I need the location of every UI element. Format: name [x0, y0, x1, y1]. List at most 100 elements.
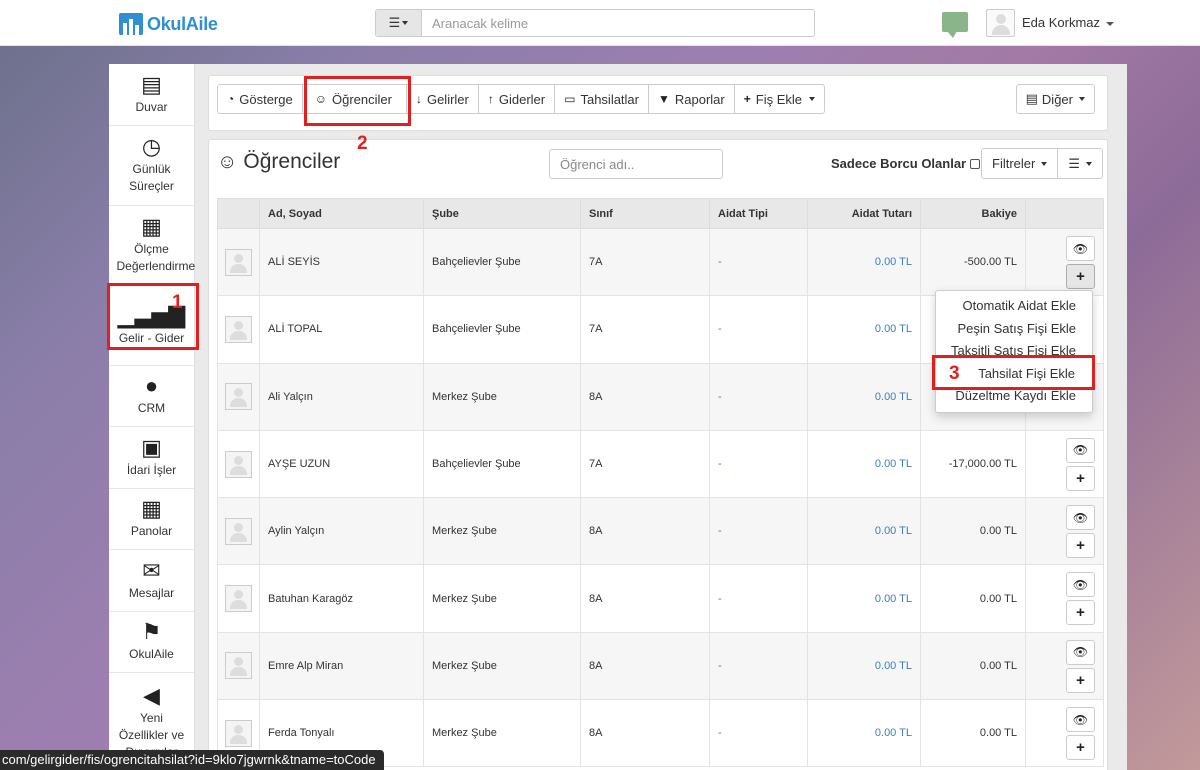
student-fee[interactable]: 0.00 TL	[807, 295, 921, 364]
wall-icon: ▤	[141, 71, 162, 97]
table-row: ALİ SEYİS Bahçelievler Şube 7A - 0.00 TL…	[217, 227, 1104, 297]
user-menu[interactable]: Eda Korkmaz	[1022, 15, 1115, 30]
sidebar-item-crm[interactable]: ● CRM	[109, 366, 194, 427]
student-class: 8A	[580, 699, 710, 768]
tab-tahsilatlar[interactable]: ▭ Tahsilatlar	[554, 84, 649, 114]
students-icon: ☺	[217, 150, 238, 173]
columns-dropdown[interactable]: ☰	[1057, 148, 1103, 179]
student-search-input[interactable]	[549, 149, 723, 179]
view-button[interactable]: 👁	[1066, 505, 1095, 531]
student-balance: 0.00 TL	[920, 564, 1026, 633]
tab-giderler[interactable]: ↑ Giderler	[477, 84, 556, 114]
menu-item-pesin-satis[interactable]: Peşin Satış Fişi Ekle	[936, 318, 1092, 341]
student-name[interactable]: Ali Yalçın	[259, 362, 424, 431]
student-fee-type[interactable]: -	[709, 429, 808, 499]
sidebar-item-idari-isler[interactable]: ▣ İdari İşler	[109, 427, 194, 489]
annotation-number-1: 1	[172, 292, 183, 313]
student-fee[interactable]: 0.00 TL	[807, 631, 921, 701]
student-name[interactable]: Batuhan Karagöz	[259, 564, 424, 633]
tab-label: Fiş Ekle	[755, 91, 802, 107]
add-button[interactable]: +	[1066, 264, 1095, 289]
list-icon: ☰	[1068, 155, 1080, 171]
student-name[interactable]: ALİ TOPAL	[259, 295, 424, 364]
column-header-photo	[217, 198, 260, 229]
view-button[interactable]: 👁	[1066, 572, 1095, 598]
student-fee[interactable]: 0.00 TL	[807, 429, 921, 499]
student-name[interactable]: ALİ SEYİS	[259, 227, 424, 297]
view-button[interactable]: 👁	[1066, 236, 1095, 261]
student-fee[interactable]: 0.00 TL	[807, 497, 921, 566]
column-header-class[interactable]: Sınıf	[580, 198, 710, 229]
column-header-name[interactable]: Ad, Soyad	[259, 198, 424, 229]
add-button[interactable]: +	[1066, 735, 1095, 761]
student-name[interactable]: Emre Alp Miran	[259, 631, 424, 701]
student-name[interactable]: AYŞE UZUN	[259, 429, 424, 499]
only-debtors-label: Sadece Borcu Olanlar	[831, 156, 967, 171]
sidebar-item-mesajlar[interactable]: ✉ Mesajlar	[109, 550, 194, 612]
family-icon: ⚑	[141, 619, 162, 645]
briefcase-icon: ▣	[141, 434, 162, 460]
view-button[interactable]: 👁	[1066, 437, 1095, 463]
annotation-box-1	[107, 283, 199, 350]
student-fee-type[interactable]: -	[709, 699, 808, 768]
chat-icon[interactable]	[942, 12, 968, 38]
student-balance: 0.00 TL	[920, 497, 1026, 566]
page-title-text: Öğrenciler	[243, 150, 341, 173]
student-fee-type[interactable]: -	[709, 362, 808, 431]
inbox-icon: ▭	[564, 92, 576, 106]
menu-item-otomatik-aidat[interactable]: Otomatik Aidat Ekle	[936, 295, 1092, 318]
student-fee[interactable]: 0.00 TL	[807, 699, 921, 768]
filter-icon: ▼	[658, 92, 670, 106]
student-photo	[225, 719, 252, 747]
tab-raporlar[interactable]: ▼ Raporlar	[648, 84, 735, 114]
sidebar-item-gunluk-surecler[interactable]: ◷ Günlük Süreçler	[109, 126, 194, 206]
filters-dropdown[interactable]: Filtreler	[981, 148, 1059, 179]
student-fee[interactable]: 0.00 TL	[807, 227, 921, 297]
column-header-fee-type[interactable]: Aidat Tipi	[709, 198, 808, 229]
student-branch: Bahçelievler Şube	[423, 227, 581, 297]
column-header-fee[interactable]: Aidat Tutarı	[807, 198, 921, 229]
student-fee[interactable]: 0.00 TL	[807, 564, 921, 633]
student-name[interactable]: Aylin Yalçın	[259, 497, 424, 566]
student-fee[interactable]: 0.00 TL	[807, 362, 921, 431]
sidebar-item-panolar[interactable]: ▦ Panolar	[109, 489, 194, 550]
column-header-balance[interactable]: Bakiye	[920, 198, 1026, 229]
student-fee-type[interactable]: -	[709, 295, 808, 364]
students-panel: ☺ Öğrenciler Sadece Borcu Olanlar Filtre…	[208, 139, 1108, 770]
tab-gosterge[interactable]: ◔ Gösterge	[217, 84, 303, 114]
view-button[interactable]: 👁	[1066, 707, 1095, 733]
sidebar-item-olcme-degerlendirme[interactable]: ▦ Ölçme Değerlendirme	[109, 206, 195, 286]
caret-down-icon	[1041, 161, 1048, 166]
search-menu-button[interactable]: ☰	[376, 10, 422, 36]
global-search-input[interactable]	[422, 10, 814, 36]
okulaile-logo[interactable]: OkulAile	[119, 12, 218, 36]
add-button[interactable]: +	[1066, 667, 1095, 693]
diger-dropdown[interactable]: ▤ Diğer	[1015, 84, 1095, 114]
column-header-branch[interactable]: Şube	[423, 198, 581, 229]
student-fee-type[interactable]: -	[709, 497, 808, 566]
only-debtors-checkbox[interactable]	[970, 158, 981, 169]
annotation-box-2	[304, 76, 411, 126]
tab-label: Gelirler	[426, 91, 469, 107]
student-fee-type[interactable]: -	[709, 227, 808, 297]
tab-gelirler[interactable]: ↓ Gelirler	[405, 84, 479, 114]
student-fee-type[interactable]: -	[709, 564, 808, 633]
only-debtors-filter[interactable]: Sadece Borcu Olanlar	[831, 156, 981, 171]
table-row: Emre Alp Miran Merkez Şube 8A - 0.00 TL …	[217, 631, 1104, 701]
caret-down-icon	[1106, 21, 1115, 26]
sidebar-item-duvar[interactable]: ▤ Duvar	[109, 64, 194, 126]
sidebar-item-okulaile[interactable]: ⚑ OkulAile	[109, 612, 194, 673]
add-button[interactable]: +	[1066, 533, 1095, 559]
filter-group: Filtreler ☰	[981, 148, 1103, 179]
caret-down-icon	[402, 21, 409, 25]
fis-ekle-dropdown[interactable]: + Fiş Ekle	[733, 84, 825, 114]
table-row: AYŞE UZUN Bahçelievler Şube 7A - 0.00 TL…	[217, 429, 1104, 499]
view-button[interactable]: 👁	[1066, 639, 1095, 665]
student-photo	[225, 585, 252, 613]
add-button[interactable]: +	[1066, 465, 1095, 491]
add-button[interactable]: +	[1066, 600, 1095, 626]
student-class: 8A	[580, 362, 710, 431]
sidebar-item-label: CRM	[137, 401, 166, 416]
student-fee-type[interactable]: -	[709, 631, 808, 701]
user-avatar[interactable]	[986, 9, 1015, 37]
